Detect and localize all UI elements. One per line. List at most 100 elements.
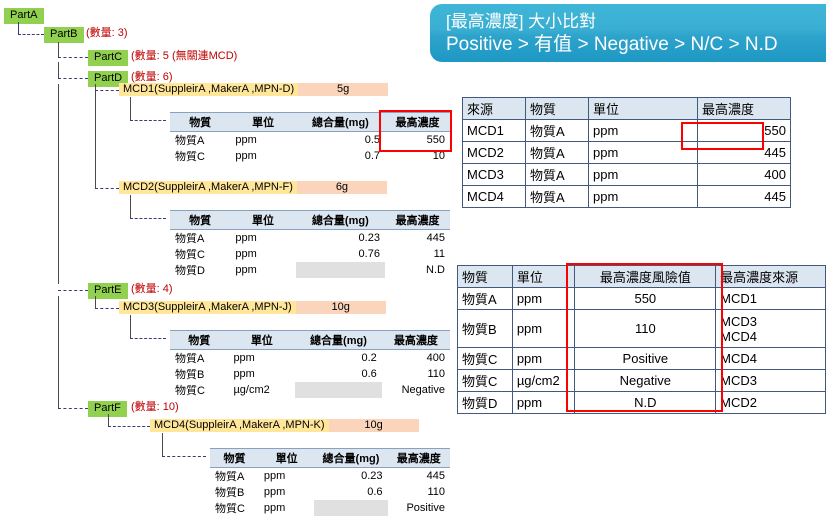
mcd-label-mcd1: MCD1(SuppleirA ,MakerA ,MPN-D) — [119, 83, 299, 96]
tree-qty-partb: (數量: 3) — [86, 27, 128, 39]
tree-connector-mcd1-table — [130, 120, 166, 122]
cell-conc: Negative — [401, 384, 445, 396]
mcd-bar-mcd2[interactable]: MCD2(SuppleirA ,MakerA ,MPN-F) 6g — [119, 181, 387, 194]
col-substance: 物質 — [210, 448, 259, 468]
detail-table-mcd3: 物質 單位 總合量(mg) 最高濃度 物質A ppm 0.2 400 物質B p… — [170, 330, 450, 398]
tree-connector-b-f — [58, 408, 88, 410]
tree-connector-b-d — [58, 78, 88, 80]
table-row: 物質C ppm 0.76 11 — [170, 246, 450, 262]
tree-connector-a-b — [18, 34, 44, 36]
tree-connector-d-mcd1 — [95, 90, 119, 92]
table-row: MCD3 物質A ppm 400 — [462, 163, 791, 186]
col-risk-value: 最高濃度風險值 — [574, 265, 717, 288]
detail-table-mcd2: 物質 單位 總合量(mg) 最高濃度 物質A ppm 0.23 445 物質C … — [170, 210, 450, 278]
tree-spine-partf — [108, 414, 109, 426]
mcd-bar-mcd1[interactable]: MCD1(SuppleirA ,MakerA ,MPN-D) 5g — [119, 83, 389, 96]
detail-table-mcd1: 物質 單位 總合量(mg) 最高濃度 物質A ppm 0.5 550 物質C p… — [170, 112, 450, 164]
detail-table-header-row: 物質 單位 總合量(mg) 最高濃度 — [210, 448, 450, 468]
cell-unit: ppm — [233, 368, 255, 380]
cell-unit: ppm — [235, 248, 257, 260]
tree-qty-parte: (數量: 4) — [131, 283, 173, 295]
tree-spine-main-lower — [58, 296, 59, 408]
cell-unit: ppm — [263, 486, 286, 498]
col-total: 總合量(mg) — [295, 210, 385, 230]
cell-conc: 110 — [427, 368, 445, 380]
source-table-header-row: 來源 物質 單位 最高濃度 — [462, 97, 791, 120]
table-row: 物質C ppm 0.7 10 — [170, 148, 450, 164]
cell-unit: ppm — [235, 232, 257, 244]
tree-connector-b-c — [58, 57, 88, 59]
cell-total: 0.23 — [358, 232, 380, 244]
cell-total: 0.7 — [364, 150, 381, 162]
col-total: 總合量(mg) — [295, 112, 386, 132]
mcd-bar-mcd4[interactable]: MCD4(SuppleirA ,MakerA ,MPN-K) 10g — [150, 419, 419, 432]
tree-connector-mcd2-table — [130, 218, 166, 220]
table-row: 物質A ppm 0.23 445 — [170, 230, 450, 247]
cell-substance: 物質A — [175, 353, 205, 365]
cell-max-conc: 400 — [697, 163, 791, 186]
tree-connector-d-mcd2 — [95, 188, 119, 190]
tree-connector-f-mcd4 — [108, 426, 150, 428]
tree-spine-mcd1 — [130, 97, 131, 120]
detail-table-header-row: 物質 單位 總合量(mg) 最高濃度 — [170, 210, 450, 230]
mcd-label-mcd3: MCD3(SuppleirA ,MakerA ,MPN-J) — [119, 301, 296, 314]
cell-total-blank — [295, 382, 382, 398]
col-max-conc: 最高濃度 — [697, 97, 791, 120]
tree-connector-mcd4-table — [162, 456, 206, 458]
tree-node-partc[interactable]: PartC — [88, 50, 129, 66]
cell-conc: 11 — [433, 248, 445, 260]
tree-connector-mcd3-table — [130, 338, 166, 340]
cell-total-blank — [295, 262, 385, 278]
risk-table-header-row: 物質 單位 最高濃度風險值 最高濃度來源 — [457, 265, 826, 288]
tree-qty-partc: (數量: 5 (無關連MCD) — [131, 50, 238, 62]
cell-substance: 物質B — [457, 309, 513, 348]
cell-substance: 物質D — [457, 391, 513, 414]
cell-conc: Positive — [406, 502, 445, 514]
col-unit: 單位 — [511, 265, 576, 288]
mcd-label-mcd2: MCD2(SuppleirA ,MakerA ,MPN-F) — [119, 181, 297, 194]
table-row: 物質C ppm Positive — [210, 500, 450, 516]
table-row: 物質A ppm 550 MCD1 — [457, 287, 826, 310]
col-conc: 最高濃度 — [381, 330, 450, 350]
comparison-rule-banner: [最高濃度] 大小比對 Positive > 有值 > Negative > N… — [430, 4, 826, 62]
cell-risk-value: Positive — [574, 347, 717, 370]
cell-total: 0.6 — [367, 486, 383, 498]
cell-max-conc: 550 — [697, 119, 791, 142]
col-conc: 最高濃度 — [387, 448, 450, 468]
cell-risk-value: Negative — [574, 369, 717, 392]
cell-unit: ppm — [235, 134, 257, 146]
cell-substance: 物質B — [215, 487, 245, 499]
cell-substance: 物質C — [175, 385, 205, 397]
cell-total: 0.5 — [364, 134, 381, 146]
component-tree-panel: PartA PartB (數量: 3) PartC (數量: 5 (無關連MCD… — [0, 0, 452, 516]
mcd-weight-mcd4: 10g — [328, 419, 419, 432]
cell-unit: ppm — [588, 141, 698, 164]
table-row: MCD4 物質A ppm 445 — [462, 185, 791, 208]
cell-unit: ppm — [511, 391, 576, 414]
cell-risk-value: 110 — [574, 309, 717, 348]
col-substance: 物質 — [457, 265, 513, 288]
table-row: 物質A ppm 0.5 550 — [170, 132, 450, 149]
cell-substance: 物質C — [457, 369, 513, 392]
cell-risk-source: MCD1 — [715, 287, 826, 310]
cell-total-blank — [314, 500, 388, 516]
table-row: 物質B ppm 0.6 110 — [210, 484, 450, 500]
tree-node-partb[interactable]: PartB — [44, 27, 84, 43]
source-summary-table: 來源 物質 單位 最高濃度 MCD1 物質A ppm 550 MCD2 物質A … — [462, 97, 791, 208]
cell-substance: 物質D — [175, 265, 205, 277]
cell-total: 0.6 — [361, 368, 377, 380]
mcd-bar-mcd3[interactable]: MCD3(SuppleirA ,MakerA ,MPN-J) 10g — [119, 301, 386, 314]
tree-node-parta[interactable]: PartA — [4, 8, 44, 24]
detail-table-mcd4: 物質 單位 總合量(mg) 最高濃度 物質A ppm 0.23 445 物質B … — [210, 448, 450, 516]
cell-conc: 400 — [426, 352, 445, 364]
table-row: 物質C µg/cm2 Negative MCD3 — [457, 369, 826, 392]
cell-substance: 物質A — [525, 185, 589, 208]
tree-spine-partc — [58, 62, 59, 78]
tree-node-parte[interactable]: PartE — [88, 283, 128, 299]
cell-unit: ppm — [235, 150, 257, 162]
col-total: 總合量(mg) — [295, 330, 382, 350]
cell-substance: 物質B — [175, 369, 205, 381]
cell-conc: 445 — [426, 232, 445, 244]
cell-conc: 110 — [427, 486, 445, 498]
cell-substance: 物質C — [215, 503, 245, 515]
